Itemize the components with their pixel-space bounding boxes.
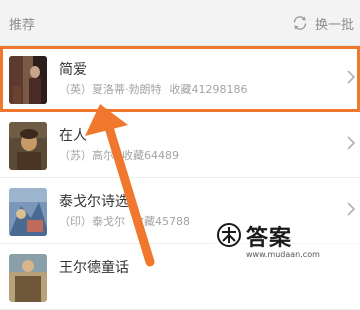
watermark-text: 答案 [246, 226, 293, 251]
watermark: 答案 www.mudaan.com [212, 218, 360, 270]
refresh-label: 换一批 [314, 17, 354, 33]
book-meta: （印）泰戈尔 收藏45788 [59, 213, 190, 229]
book-cover [9, 122, 47, 170]
book-meta [59, 279, 67, 292]
chevron-right-icon [346, 135, 356, 151]
book-list: 简爱 （英）夏洛蒂·勃朗特 收藏41298186 在人 （苏）高尔 收藏64489 [0, 46, 360, 310]
chevron-right-icon [346, 69, 356, 85]
book-collect-count: 收藏64489 [122, 149, 179, 162]
section-header: 推荐 换一批 [0, 0, 360, 46]
book-meta: （苏）高尔 收藏64489 [59, 147, 179, 163]
book-cover [9, 188, 47, 236]
section-title: 推荐 [9, 18, 36, 33]
chevron-right-icon [346, 201, 356, 217]
book-title: 泰戈尔诗选 [59, 194, 129, 210]
book-cover [9, 56, 47, 104]
book-author: （苏）高尔 [59, 149, 114, 162]
book-collect-count: 收藏45788 [133, 215, 190, 228]
book-title: 在人 [59, 128, 87, 144]
book-item-jane-eyre[interactable]: 简爱 （英）夏洛蒂·勃朗特 收藏41298186 [0, 46, 360, 112]
book-author: （英）夏洛蒂·勃朗特 [59, 83, 162, 96]
book-title: 简爱 [59, 62, 87, 78]
book-collect-count: 收藏41298186 [169, 83, 248, 96]
book-item-in-the-world[interactable]: 在人 （苏）高尔 收藏64489 [0, 112, 360, 178]
watermark-url: www.mudaan.com [246, 250, 320, 259]
book-meta: （英）夏洛蒂·勃朗特 收藏41298186 [59, 81, 248, 97]
refresh-button[interactable]: 换一批 [291, 12, 354, 34]
book-title: 王尔德童话 [59, 260, 129, 276]
refresh-icon [291, 14, 309, 32]
watermark-logo-icon [216, 222, 242, 248]
book-author: （印）泰戈尔 [59, 215, 125, 228]
book-cover [9, 254, 47, 302]
